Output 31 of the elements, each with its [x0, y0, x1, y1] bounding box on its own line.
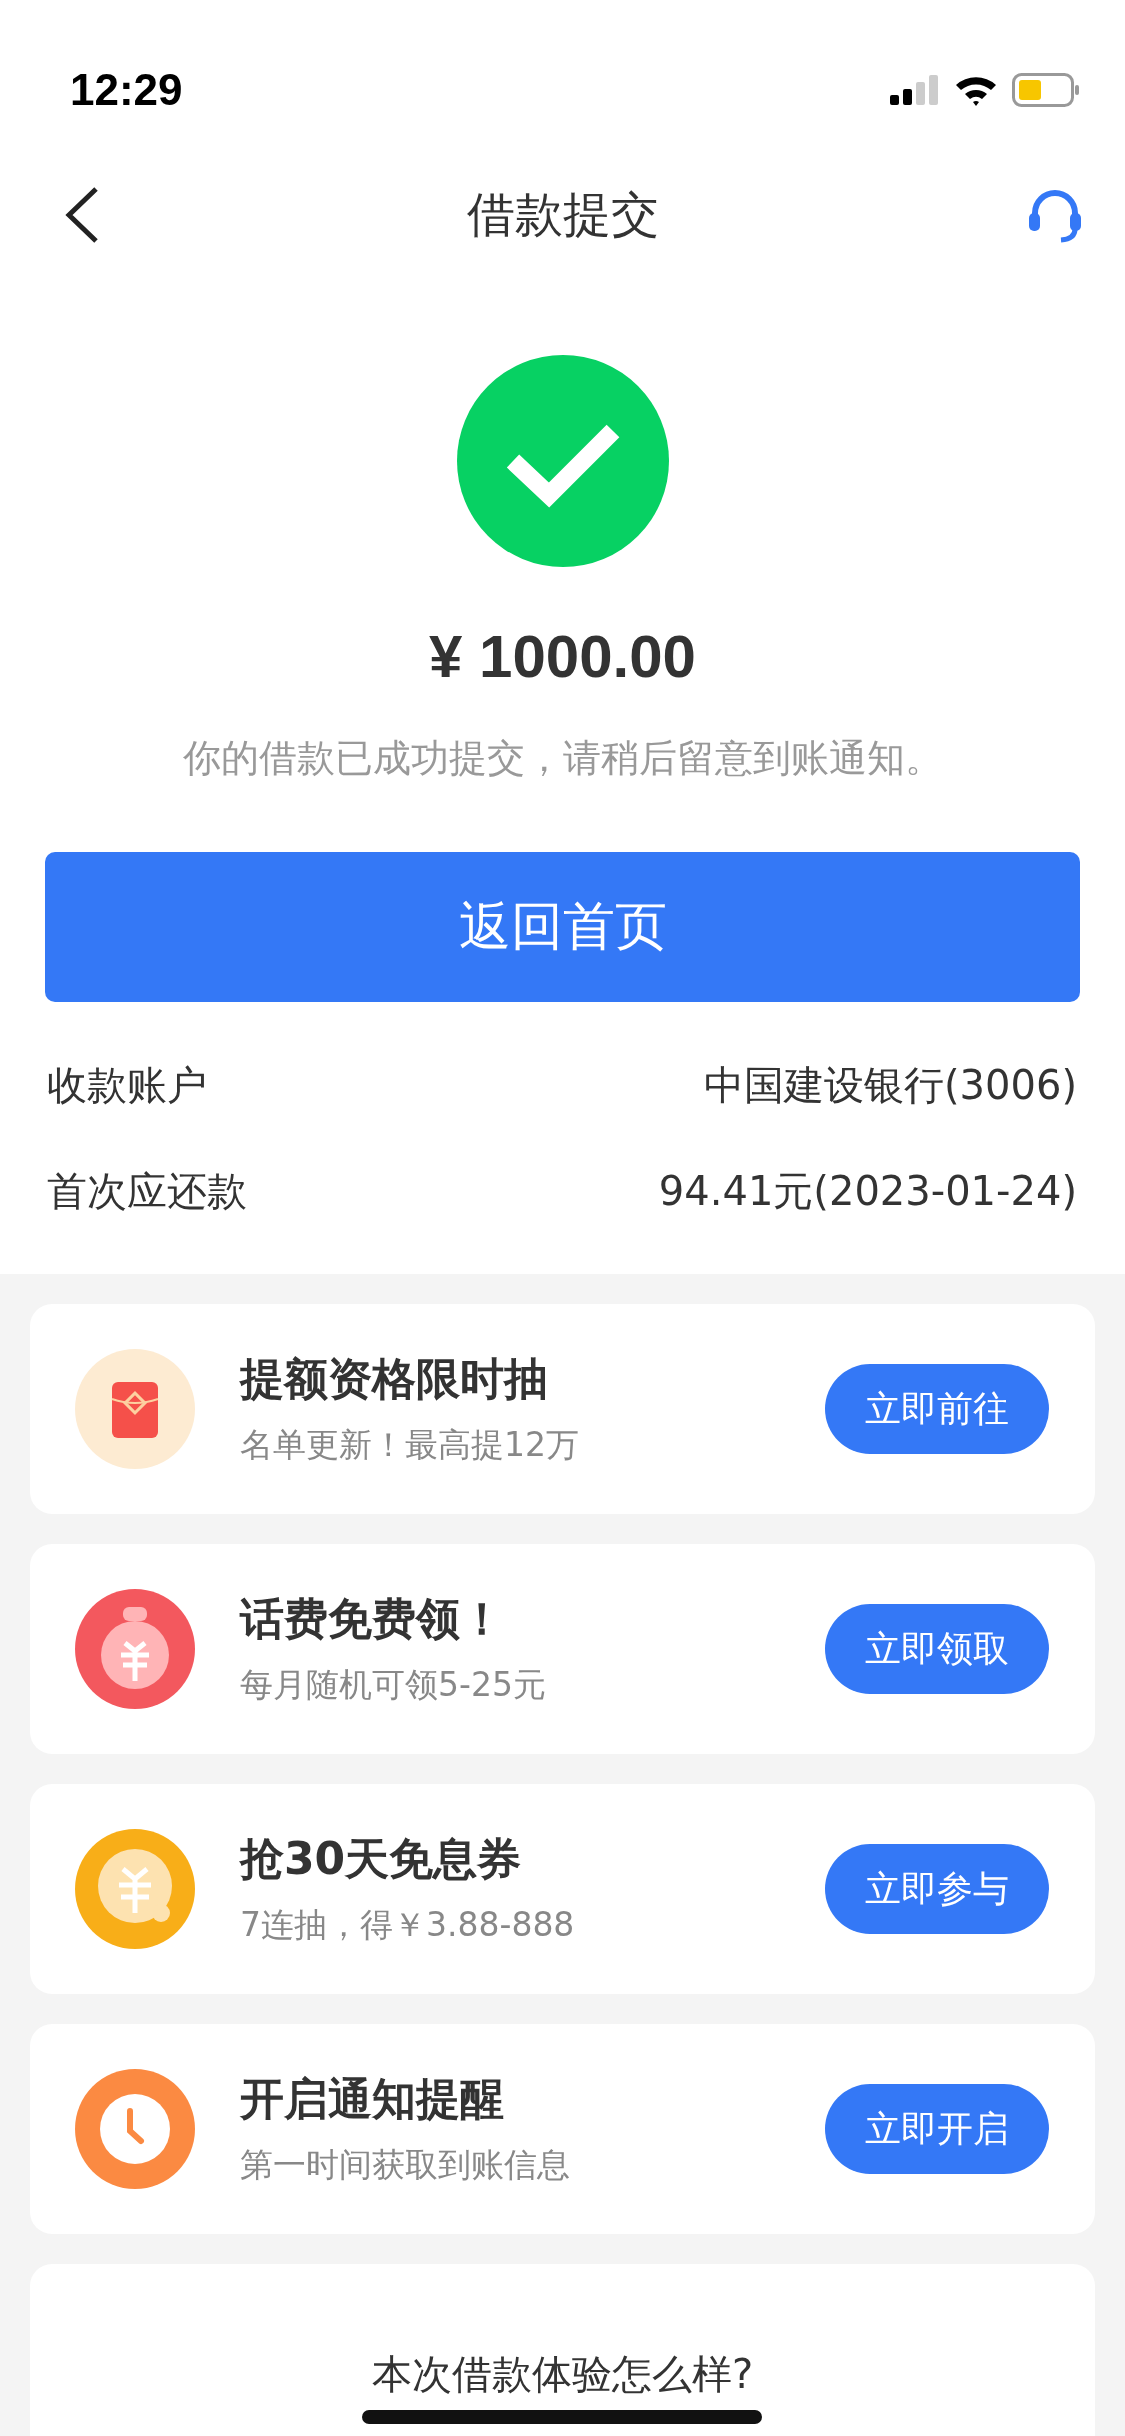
promo-button[interactable]: 立即开启: [825, 2084, 1049, 2174]
promo-title: 抢30天免息券: [240, 1832, 523, 1886]
home-button[interactable]: 返回首页: [45, 852, 1080, 1002]
money-bag-icon: [75, 1589, 195, 1709]
coin-icon: [75, 1829, 195, 1949]
loan-amount: ¥ 1000.00: [429, 622, 696, 691]
promo-button[interactable]: 立即参与: [825, 1844, 1049, 1934]
promo-subtitle: 每月随机可领5-25元: [240, 1664, 547, 1706]
promo-button[interactable]: 立即领取: [825, 1604, 1049, 1694]
detail-label: 收款账户: [47, 1060, 207, 1110]
clock-icon: [75, 2069, 195, 2189]
battery-icon: [1012, 73, 1080, 107]
success-message: 你的借款已成功提交，请稍后留意到账通知。: [182, 735, 943, 782]
promo-subtitle: 第一时间获取到账信息: [240, 2144, 571, 2186]
envelope-icon: [75, 1349, 195, 1469]
page-title: 借款提交: [466, 185, 659, 244]
detail-value: 94.41元(2023-01-24): [658, 1166, 1077, 1216]
success-check-icon: [456, 355, 669, 567]
survey-question: 本次借款体验怎么样?: [371, 2354, 754, 2394]
promo-title: 开启通知提醒: [240, 2072, 505, 2126]
promo-title: 话费免费领！: [240, 1592, 505, 1646]
promo-subtitle: 7连抽，得￥3.88-888: [240, 1904, 576, 1946]
detail-value: 中国建设银行(3006): [704, 1060, 1077, 1110]
promo-button[interactable]: 立即前往: [825, 1364, 1049, 1454]
wifi-icon: [954, 74, 998, 106]
status-time: 12:29: [70, 65, 183, 115]
promo-title: 提额资格限时抽: [240, 1352, 549, 1406]
signal-icon: [890, 75, 940, 105]
promo-subtitle: 名单更新！最高提12万: [240, 1424, 580, 1466]
detail-label: 首次应还款: [47, 1166, 247, 1216]
back-icon[interactable]: [64, 186, 100, 244]
